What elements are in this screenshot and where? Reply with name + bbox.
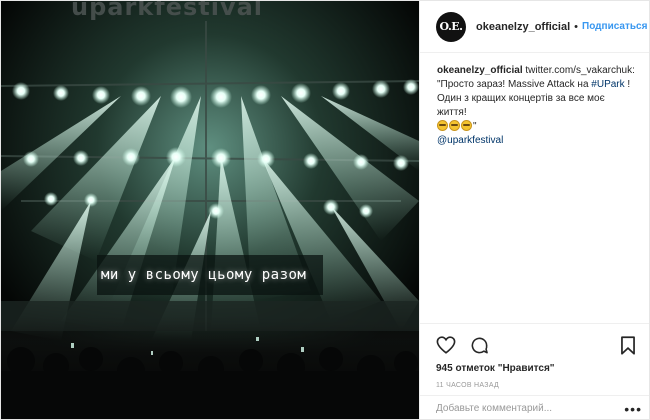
avatar[interactable]: O.E. — [436, 11, 466, 42]
caption-username-link[interactable]: okeanelzy_official — [437, 65, 523, 76]
avatar-initials: O.E. — [439, 20, 463, 33]
grimacing-emoji-icon — [437, 120, 448, 131]
heart-icon[interactable] — [436, 336, 456, 354]
caption-quote-end: " — [473, 121, 477, 132]
grimacing-emoji-icon — [461, 120, 472, 131]
post-sidebar: O.E. okeanelzy_official • Подписаться ok… — [419, 1, 649, 419]
hashtag-link[interactable]: #UPark — [591, 79, 624, 90]
caption-twitter-link[interactable]: twitter.com/s_vakarchuk — [525, 65, 632, 76]
action-icons — [436, 333, 636, 357]
comment-form: ••• — [420, 395, 649, 419]
mention-link[interactable]: @uparkfestival — [437, 135, 503, 146]
follow-button[interactable]: Подписаться — [582, 21, 647, 32]
concert-stage-image — [1, 1, 419, 419]
likes-count[interactable]: 945 отметок "Нравится" — [436, 363, 636, 374]
comment-icon[interactable] — [470, 336, 489, 355]
header-username-link[interactable]: okeanelzy_official — [476, 21, 570, 33]
grimacing-emoji-icon — [449, 120, 460, 131]
instagram-post: uparkfestival ми у всьому цьому разом O.… — [0, 0, 650, 420]
festival-banner-text: uparkfestival — [71, 1, 264, 21]
post-photo[interactable]: uparkfestival ми у всьому цьому разом — [1, 1, 419, 419]
screen-caption-text: ми у всьому цьому разом — [101, 267, 307, 283]
separator-dot: • — [574, 20, 579, 33]
bookmark-icon[interactable] — [620, 335, 636, 355]
post-header: O.E. okeanelzy_official • Подписаться — [420, 1, 649, 53]
post-timestamp[interactable]: 11 ЧАСОВ НАЗАД — [436, 382, 636, 389]
comment-input[interactable] — [436, 403, 625, 414]
post-caption: okeanelzy_official twitter.com/s_vakarch… — [420, 53, 649, 148]
more-options-icon[interactable]: ••• — [624, 402, 642, 416]
